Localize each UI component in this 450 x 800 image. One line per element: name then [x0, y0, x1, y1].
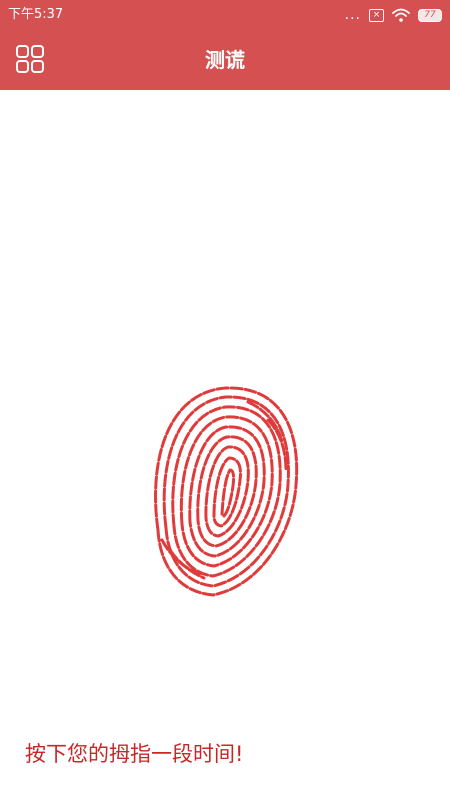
status-bar: 下午5:37 ... × 77 [0, 0, 450, 30]
app-bar: 测谎 [0, 30, 450, 90]
fingerprint-icon[interactable] [148, 380, 303, 600]
page-title: 测谎 [205, 48, 245, 72]
more-dots-icon: ... [344, 7, 361, 23]
status-icons: ... × 77 [345, 6, 442, 24]
instruction-text: 按下您的拇指一段时间! [25, 742, 244, 766]
no-sim-icon: × [369, 8, 384, 22]
status-time: 下午5:37 [8, 7, 64, 22]
wifi-icon [392, 8, 410, 22]
battery-indicator: 77 [418, 8, 442, 22]
